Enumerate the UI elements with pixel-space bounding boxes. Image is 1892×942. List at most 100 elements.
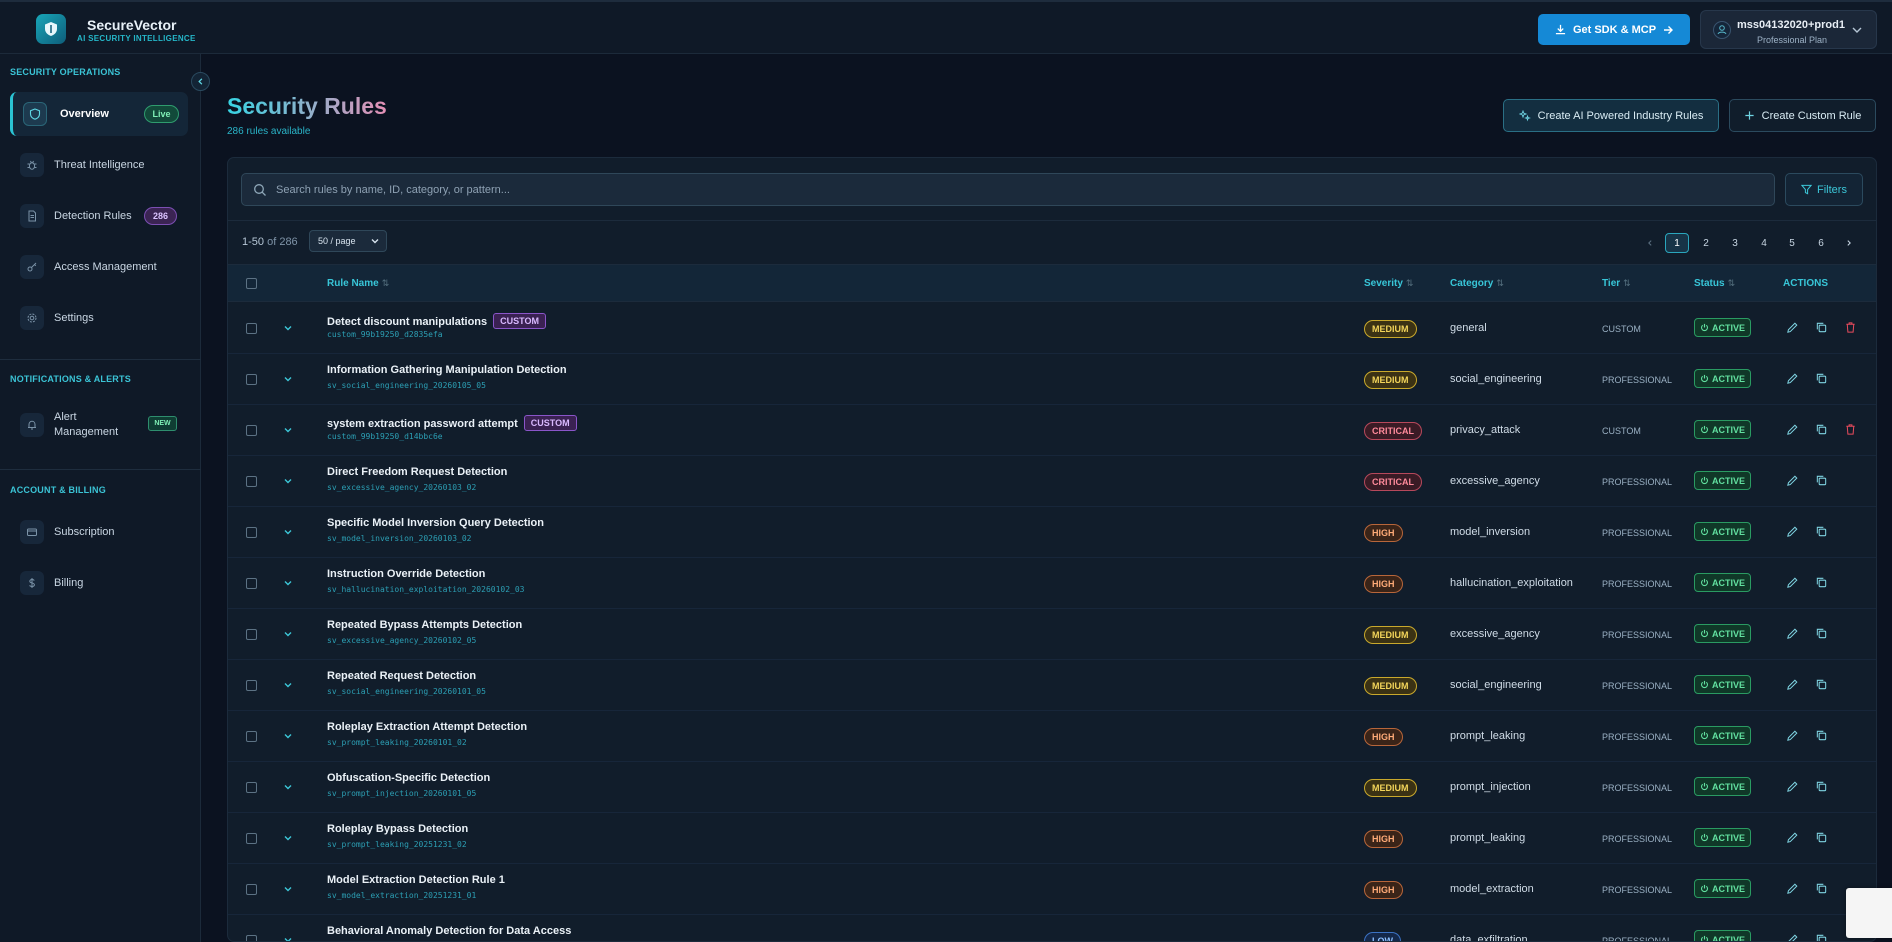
row-checkbox[interactable] (246, 935, 257, 941)
chevron-down-icon[interactable] (282, 577, 294, 589)
chevron-down-icon[interactable] (282, 475, 294, 487)
copy-icon[interactable] (1815, 780, 1828, 793)
chevron-down-icon[interactable] (282, 679, 294, 691)
rule-name[interactable]: Detect discount manipulations CUSTOM (327, 313, 546, 329)
row-checkbox[interactable] (246, 629, 257, 640)
copy-icon[interactable] (1815, 372, 1828, 385)
sidebar-item-alert-management[interactable]: Alert Management NEW (10, 401, 188, 449)
status-badge[interactable]: ACTIVE (1694, 420, 1752, 439)
chevron-down-icon[interactable] (282, 883, 294, 895)
status-badge[interactable]: ACTIVE (1694, 675, 1752, 694)
status-badge[interactable]: ACTIVE (1694, 369, 1752, 388)
chevron-down-icon[interactable] (282, 526, 294, 538)
get-sdk-button[interactable]: Get SDK & MCP (1538, 14, 1690, 45)
page-5-button[interactable]: 5 (1780, 233, 1804, 253)
rule-name[interactable]: Roleplay Bypass Detection (327, 823, 468, 835)
create-custom-rule-button[interactable]: Create Custom Rule (1729, 99, 1876, 132)
edit-icon[interactable] (1786, 780, 1799, 793)
page-2-button[interactable]: 2 (1694, 233, 1718, 253)
select-all-checkbox[interactable] (246, 278, 257, 289)
filters-button[interactable]: Filters (1785, 173, 1863, 206)
table-row[interactable]: Detect discount manipulations CUSTOM custo… (228, 303, 1876, 354)
status-badge[interactable]: ACTIVE (1694, 522, 1752, 541)
chevron-down-icon[interactable] (282, 373, 294, 385)
page-1-button[interactable]: 1 (1665, 233, 1689, 253)
table-row[interactable]: Repeated Bypass Attempts Detection sv_exc… (228, 609, 1876, 660)
copy-icon[interactable] (1815, 729, 1828, 742)
status-badge[interactable]: ACTIVE (1694, 879, 1752, 898)
copy-icon[interactable] (1815, 474, 1828, 487)
copy-icon[interactable] (1815, 831, 1828, 844)
table-row[interactable]: Roleplay Extraction Attempt Detection sv_… (228, 711, 1876, 762)
rule-name[interactable]: Repeated Request Detection (327, 670, 476, 682)
row-checkbox[interactable] (246, 782, 257, 793)
sidebar-item-subscription[interactable]: Subscription (10, 510, 188, 554)
next-page-button[interactable] (1837, 233, 1861, 253)
copy-icon[interactable] (1815, 525, 1828, 538)
page-4-button[interactable]: 4 (1752, 233, 1776, 253)
table-row[interactable]: Information Gathering Manipulation Detec… (228, 354, 1876, 405)
row-checkbox[interactable] (246, 425, 257, 436)
row-checkbox[interactable] (246, 884, 257, 895)
copy-icon[interactable] (1815, 576, 1828, 589)
rule-name[interactable]: Behavioral Anomaly Detection for Data Ac… (327, 925, 571, 937)
sidebar-item-billing[interactable]: Billing (10, 561, 188, 605)
sidebar-item-settings[interactable]: Settings (10, 296, 188, 340)
row-checkbox[interactable] (246, 578, 257, 589)
table-row[interactable]: system extraction password attempt CUSTOM… (228, 405, 1876, 456)
rule-name[interactable]: system extraction password attempt CUSTOM (327, 415, 577, 431)
rule-name[interactable]: Direct Freedom Request Detection (327, 466, 507, 478)
rule-name[interactable]: Information Gathering Manipulation Detec… (327, 364, 567, 376)
sidebar-item-detection-rules[interactable]: Detection Rules 286 (10, 194, 188, 238)
recaptcha-badge[interactable] (1846, 888, 1892, 938)
edit-icon[interactable] (1786, 678, 1799, 691)
table-row[interactable]: Instruction Override Detection sv_halluci… (228, 558, 1876, 609)
search-input[interactable] (276, 174, 1756, 205)
column-rule-name[interactable]: Rule Name ⇅ (327, 278, 389, 289)
edit-icon[interactable] (1786, 831, 1799, 844)
row-checkbox[interactable] (246, 476, 257, 487)
edit-icon[interactable] (1786, 525, 1799, 538)
row-checkbox[interactable] (246, 527, 257, 538)
column-category[interactable]: Category ⇅ (1450, 278, 1504, 289)
chevron-down-icon[interactable] (282, 832, 294, 844)
rule-name[interactable]: Instruction Override Detection (327, 568, 485, 580)
row-checkbox[interactable] (246, 833, 257, 844)
rule-name[interactable]: Repeated Bypass Attempts Detection (327, 619, 522, 631)
edit-icon[interactable] (1786, 933, 1799, 942)
edit-icon[interactable] (1786, 423, 1799, 436)
copy-icon[interactable] (1815, 678, 1828, 691)
row-checkbox[interactable] (246, 680, 257, 691)
table-row[interactable]: Direct Freedom Request Detection sv_exces… (228, 456, 1876, 507)
status-badge[interactable]: ACTIVE (1694, 624, 1752, 643)
rule-name[interactable]: Obfuscation-Specific Detection (327, 772, 490, 784)
account-menu[interactable]: mss04132020+prod1 Professional Plan (1700, 10, 1877, 49)
create-ai-rules-button[interactable]: Create AI Powered Industry Rules (1503, 99, 1719, 132)
status-badge[interactable]: ACTIVE (1694, 726, 1752, 745)
prev-page-button[interactable] (1638, 233, 1662, 253)
table-row[interactable]: Model Extraction Detection Rule 1 sv_mode… (228, 864, 1876, 915)
chevron-down-icon[interactable] (282, 628, 294, 640)
table-row[interactable]: Repeated Request Detection sv_social_engi… (228, 660, 1876, 711)
trash-icon[interactable] (1844, 423, 1857, 436)
copy-icon[interactable] (1815, 423, 1828, 436)
sidebar-item-threat-intelligence[interactable]: Threat Intelligence (10, 143, 188, 187)
status-badge[interactable]: ACTIVE (1694, 318, 1752, 337)
chevron-down-icon[interactable] (282, 934, 294, 942)
status-badge[interactable]: ACTIVE (1694, 828, 1752, 847)
table-row[interactable]: Specific Model Inversion Query Detection… (228, 507, 1876, 558)
table-row[interactable]: Obfuscation-Specific Detection sv_prompt_… (228, 762, 1876, 813)
status-badge[interactable]: ACTIVE (1694, 573, 1752, 592)
per-page-select[interactable]: 50 / page (309, 230, 387, 252)
row-checkbox[interactable] (246, 374, 257, 385)
table-row[interactable]: Behavioral Anomaly Detection for Data Ac… (228, 915, 1876, 942)
page-6-button[interactable]: 6 (1809, 233, 1833, 253)
table-row[interactable]: Roleplay Bypass Detection sv_prompt_leaki… (228, 813, 1876, 864)
sidebar-item-access-management[interactable]: Access Management (10, 245, 188, 289)
row-checkbox[interactable] (246, 323, 257, 334)
chevron-down-icon[interactable] (282, 730, 294, 742)
status-badge[interactable]: ACTIVE (1694, 471, 1752, 490)
status-badge[interactable]: ACTIVE (1694, 930, 1752, 941)
edit-icon[interactable] (1786, 882, 1799, 895)
trash-icon[interactable] (1844, 321, 1857, 334)
